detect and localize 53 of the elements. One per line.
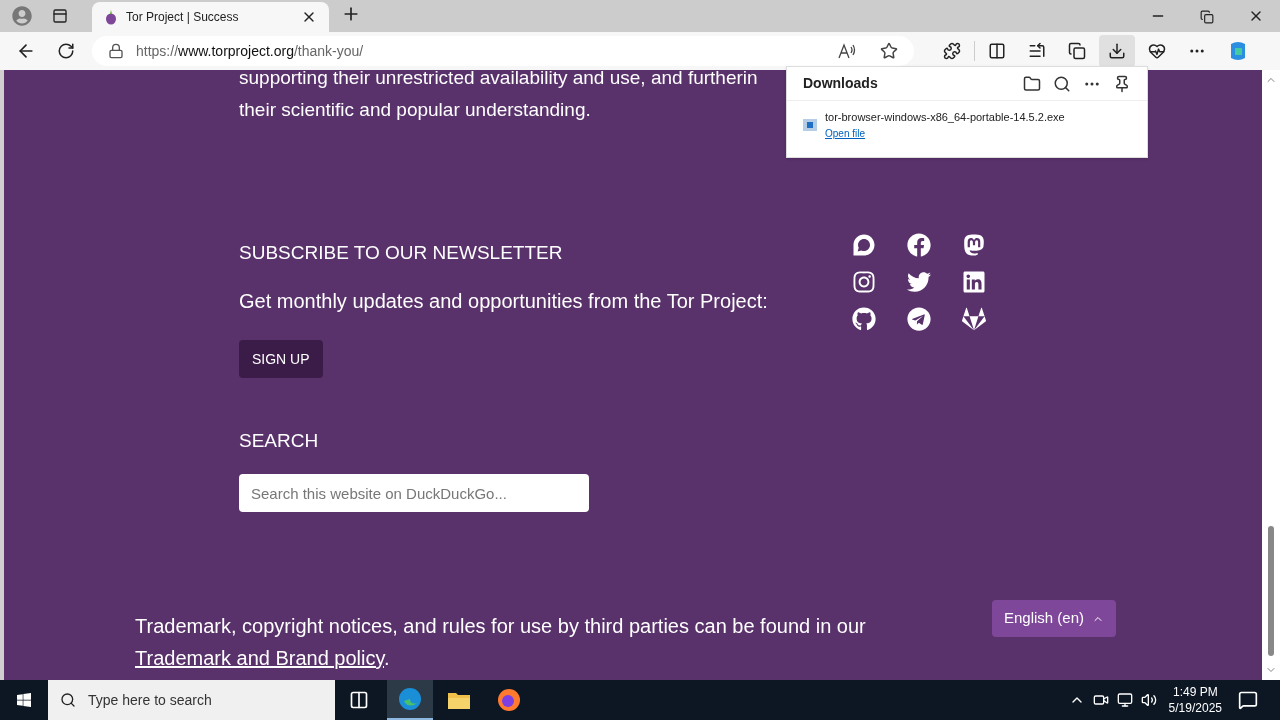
- search-heading: SEARCH: [239, 429, 320, 453]
- tab-actions-icon[interactable]: [52, 8, 68, 24]
- intro-text: supporting their unrestricted availability and use, and furtherin: [239, 70, 758, 90]
- profile-icon[interactable]: [12, 6, 32, 26]
- edge-icon: [398, 687, 422, 711]
- edge-taskbar-button[interactable]: [387, 680, 433, 720]
- task-view-icon[interactable]: [349, 690, 369, 710]
- github-icon[interactable]: [852, 307, 876, 331]
- telegram-icon[interactable]: [907, 307, 931, 331]
- footer-text: Trademark, copyright notices, and rules for use by third parties can be found in our Trademark and Brand policy.: [135, 614, 867, 671]
- trademark-link[interactable]: Trademark and Brand policy: [135, 647, 384, 669]
- download-icon[interactable]: [1099, 35, 1135, 67]
- favorite-star-icon[interactable]: [880, 42, 898, 60]
- open-file-link[interactable]: Open file: [825, 125, 866, 141]
- read-aloud-icon[interactable]: [838, 43, 856, 59]
- taskbar-search-field[interactable]: Type here to search: [48, 680, 335, 720]
- search-icon: [60, 692, 76, 708]
- folder-icon[interactable]: [1023, 74, 1041, 93]
- address-bar[interactable]: https://www.torproject.org/thank-you/: [92, 36, 914, 66]
- search-field[interactable]: Search this website on DuckDuckGo...: [239, 474, 589, 512]
- intro-text: their scientific and popular understanding.: [239, 98, 591, 122]
- firefox-icon[interactable]: [497, 688, 521, 712]
- twitter-icon[interactable]: [907, 270, 931, 294]
- folder-icon[interactable]: [447, 690, 471, 710]
- notifications-icon[interactable]: [1238, 690, 1258, 710]
- linkedin-icon[interactable]: [962, 270, 986, 294]
- browser-tab[interactable]: Tor Project | Success: [92, 2, 329, 32]
- network-icon[interactable]: [1116, 692, 1133, 708]
- mastodon-icon[interactable]: [962, 233, 986, 257]
- search-icon[interactable]: [1053, 74, 1071, 93]
- file-name: tor-browser-windows-x86_64-portable-14.5.2.exe: [825, 110, 1065, 125]
- camera-icon[interactable]: [1092, 692, 1109, 708]
- restore-icon[interactable]: [1200, 10, 1214, 24]
- downloads-title: Downloads: [803, 74, 879, 93]
- clock-time: 1:49 PM: [1172, 684, 1218, 700]
- pin-icon[interactable]: [1113, 74, 1131, 93]
- volume-icon[interactable]: [1140, 692, 1157, 708]
- onion-icon: [104, 9, 118, 25]
- search-placeholder: Type here to search: [88, 690, 212, 710]
- chat-bubble-icon[interactable]: [852, 233, 876, 257]
- clock-date: 5/19/2025: [1168, 700, 1222, 716]
- lock-icon: [108, 43, 124, 59]
- instagram-icon[interactable]: [852, 270, 876, 294]
- facebook-icon[interactable]: [907, 233, 931, 257]
- newsletter-heading: SUBSCRIBE TO OUR NEWSLETTER: [239, 241, 564, 265]
- exe-file-icon: [803, 118, 817, 131]
- sign-up-button[interactable]: SIGN UP: [239, 340, 323, 378]
- gitlab-icon[interactable]: [962, 307, 986, 331]
- language-selector[interactable]: English (en): [991, 600, 1116, 637]
- start-icon[interactable]: [16, 692, 32, 708]
- url-text: https://www.torproject.org/thank-you/: [136, 41, 365, 61]
- tab-title: Tor Project | Success: [126, 9, 240, 26]
- newsletter-text: Get monthly updates and opportunities from the Tor Project:: [239, 289, 769, 314]
